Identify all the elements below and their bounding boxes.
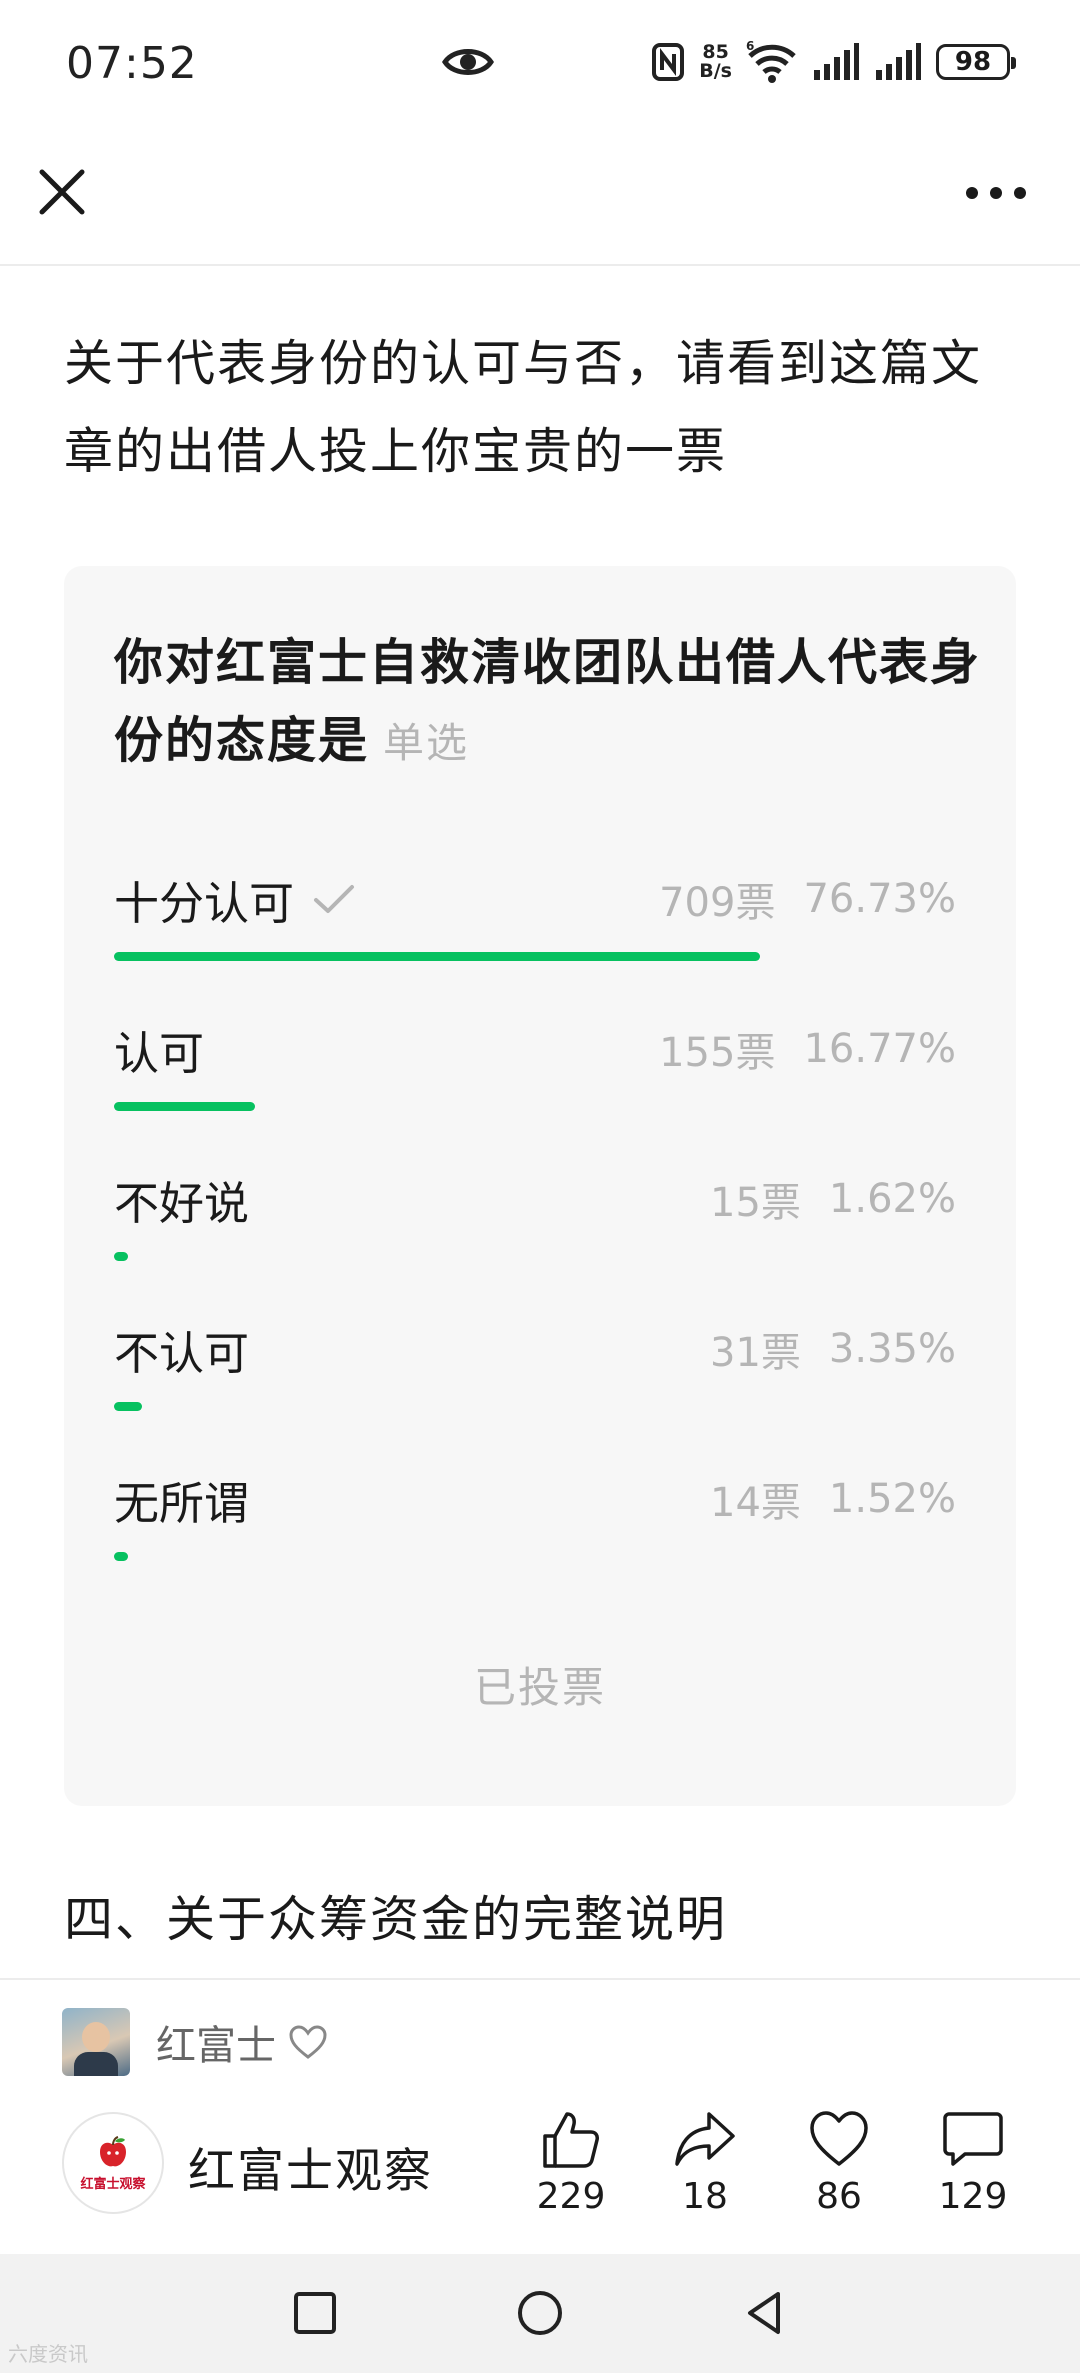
poll-option-stats: 15票 1.62% bbox=[710, 1166, 956, 1232]
status-icons: 85 B/s 6 98 bbox=[651, 36, 1016, 88]
heart-icon bbox=[810, 2111, 868, 2166]
signal-icon bbox=[876, 43, 921, 80]
like-button[interactable]: 229 bbox=[516, 2108, 626, 2217]
poll-option-bar bbox=[114, 1252, 128, 1261]
poll-option-bar bbox=[114, 1402, 142, 1411]
poll-option-bar bbox=[114, 1552, 128, 1561]
poll-option-percent: 1.52% bbox=[828, 1476, 956, 1522]
poll-option-votes: 15票 bbox=[710, 1180, 801, 1226]
poll-option[interactable]: 十分认可 709票 76.73% bbox=[114, 866, 956, 986]
poll-option-stats: 14票 1.52% bbox=[710, 1466, 956, 1532]
net-speed-unit: B/s bbox=[699, 60, 732, 82]
signal-icon bbox=[814, 43, 859, 80]
poll-option-label: 认可 bbox=[114, 1026, 205, 1080]
share-icon bbox=[675, 2112, 735, 2166]
home-icon[interactable] bbox=[515, 2288, 565, 2338]
poll-option-label-row: 十分认可 bbox=[114, 866, 356, 932]
comment-count: 129 bbox=[938, 2176, 1008, 2217]
check-icon bbox=[314, 885, 355, 913]
poll-option-label: 不好说 bbox=[114, 1176, 250, 1230]
thumbs-up-icon bbox=[543, 2112, 599, 2168]
favorite-button[interactable]: 86 bbox=[784, 2108, 894, 2217]
account-name[interactable]: 红富士观察 bbox=[188, 2132, 433, 2201]
favorite-count: 86 bbox=[816, 2176, 862, 2217]
poll-option-label: 十分认可 bbox=[114, 876, 295, 930]
poll-option-bar bbox=[114, 1102, 255, 1111]
bottom-author-bar: 红富士 红富士观察 红富士观察 229 18 86 129 bbox=[0, 1978, 1080, 2254]
poll-option-percent: 1.62% bbox=[828, 1176, 956, 1222]
poll-option-votes: 14票 bbox=[710, 1480, 801, 1526]
poll-option-label-row: 认可 bbox=[114, 1016, 204, 1082]
poll-option-percent: 76.73% bbox=[803, 876, 956, 922]
poll-option[interactable]: 认可 155票 16.77% bbox=[114, 1016, 956, 1136]
status-time: 07:52 bbox=[66, 38, 198, 89]
like-count: 229 bbox=[536, 2176, 606, 2217]
poll-option-label-row: 不好说 bbox=[114, 1166, 249, 1232]
poll-option[interactable]: 无所谓 14票 1.52% bbox=[114, 1466, 956, 1586]
comment-icon bbox=[943, 2112, 1003, 2166]
net-speed: 85 B/s bbox=[699, 43, 732, 81]
poll-option[interactable]: 不认可 31票 3.35% bbox=[114, 1316, 956, 1436]
nfc-icon bbox=[652, 43, 685, 81]
poll-option-stats: 709票 76.73% bbox=[659, 866, 956, 932]
poll-option-votes: 31票 bbox=[710, 1330, 801, 1376]
poll-option-bar bbox=[114, 952, 760, 961]
share-count: 18 bbox=[682, 2176, 728, 2217]
poll-question: 你对红富士自救清收团队出借人代表身份的态度是 单选 bbox=[114, 624, 984, 782]
account-row: 红富士观察 红富士观察 229 18 86 129 bbox=[62, 2108, 1022, 2218]
poll-option-votes: 155票 bbox=[659, 1030, 776, 1076]
share-button[interactable]: 18 bbox=[650, 2108, 760, 2217]
poll-type-label: 单选 bbox=[383, 719, 470, 767]
top-nav-bar bbox=[0, 130, 1080, 266]
author-name[interactable]: 红富士 bbox=[156, 2013, 276, 2071]
apple-icon bbox=[100, 2135, 126, 2166]
poll-question-text: 你对红富士自救清收团队出借人代表身份的态度是 bbox=[114, 634, 982, 769]
heart-icon[interactable] bbox=[288, 2024, 328, 2060]
recent-apps-icon[interactable] bbox=[290, 2288, 340, 2338]
poll-option-votes: 709票 bbox=[659, 880, 776, 926]
poll-option-label-row: 无所谓 bbox=[114, 1466, 249, 1532]
wifi-icon: 6 bbox=[746, 40, 796, 83]
back-icon[interactable] bbox=[740, 2288, 790, 2338]
eye-icon bbox=[442, 49, 494, 75]
poll-option-label: 无所谓 bbox=[114, 1476, 250, 1530]
svg-text:6: 6 bbox=[746, 40, 754, 53]
account-logo[interactable]: 红富士观察 bbox=[62, 2112, 164, 2214]
poll-status: 已投票 bbox=[473, 1663, 606, 1712]
author-row[interactable]: 红富士 bbox=[62, 2008, 328, 2076]
poll-option-label-row: 不认可 bbox=[114, 1316, 249, 1382]
system-nav-bar bbox=[0, 2254, 1080, 2373]
poll-option-percent: 3.35% bbox=[828, 1326, 956, 1372]
poll-option[interactable]: 不好说 15票 1.62% bbox=[114, 1166, 956, 1286]
poll-option-percent: 16.77% bbox=[803, 1026, 956, 1072]
article-intro: 关于代表身份的认可与否，请看到这篇文章的出借人投上你宝贵的一票 bbox=[64, 335, 983, 480]
poll-option-label: 不认可 bbox=[114, 1326, 250, 1380]
account-logo-text: 红富士观察 bbox=[80, 2176, 146, 2192]
watermark: 六度资讯 bbox=[8, 2342, 88, 2366]
close-icon[interactable] bbox=[30, 160, 94, 224]
status-bar: 07:52 85 B/s 6 98 bbox=[0, 0, 1080, 120]
poll-option-stats: 31票 3.35% bbox=[710, 1316, 956, 1382]
author-avatar[interactable] bbox=[62, 2008, 130, 2076]
more-icon[interactable] bbox=[958, 170, 1034, 216]
poll-card: 你对红富士自救清收团队出借人代表身份的态度是 单选 十分认可 709票 76.73… bbox=[64, 566, 1016, 1806]
comment-button[interactable]: 129 bbox=[918, 2108, 1028, 2217]
section-heading: 四、关于众筹资金的完整说明 bbox=[64, 1891, 728, 1948]
poll-option-stats: 155票 16.77% bbox=[659, 1016, 956, 1082]
battery-icon: 98 bbox=[936, 44, 1016, 80]
